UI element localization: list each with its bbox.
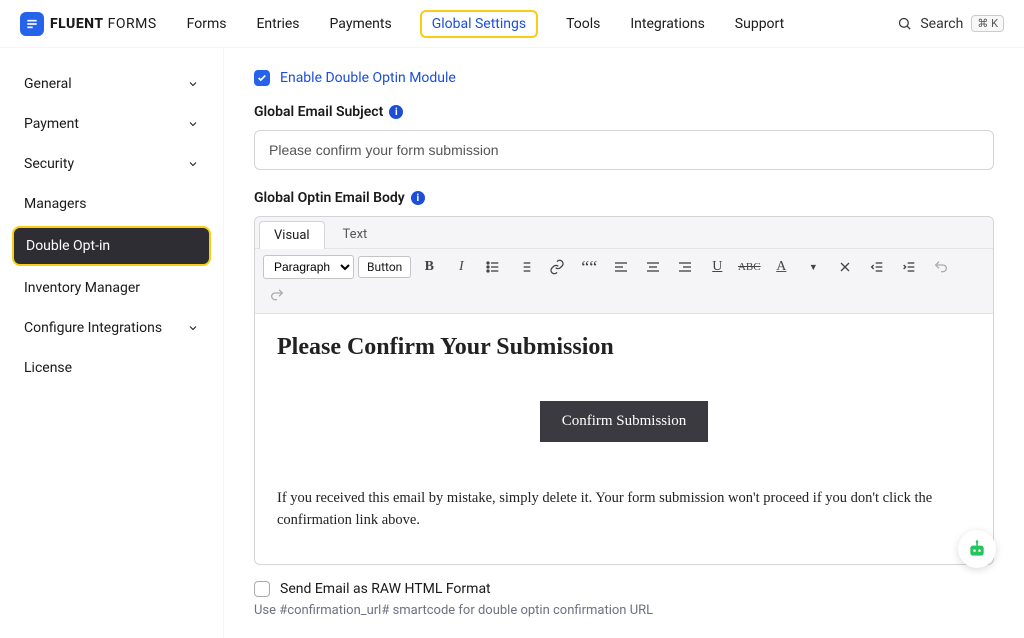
sidebar-item-security[interactable]: Security [12, 146, 211, 182]
settings-content: Enable Double Optin Module Global Email … [224, 48, 1024, 638]
global-search[interactable]: Search ⌘ K [897, 15, 1004, 32]
sidebar-item-managers[interactable]: Managers [12, 186, 211, 222]
bold-icon[interactable]: B [415, 255, 443, 279]
enable-double-optin-checkbox[interactable] [254, 70, 270, 86]
tab-text[interactable]: Text [329, 221, 382, 248]
blockquote-icon[interactable]: ““ [575, 255, 603, 279]
help-fab[interactable] [958, 530, 996, 568]
smartcode-hint: Use #confirmation_url# smartcode for dou… [254, 603, 994, 618]
raw-html-label: Send Email as RAW HTML Format [280, 581, 491, 597]
link-icon[interactable] [543, 255, 571, 279]
nav-payments[interactable]: Payments [328, 12, 394, 36]
tab-visual[interactable]: Visual [259, 221, 325, 249]
indent-icon[interactable] [895, 255, 923, 279]
editor-toolbar: Paragraph Button B I ““ U ABC A ▼ [255, 249, 993, 314]
sidebar-item-inventory[interactable]: Inventory Manager [12, 270, 211, 306]
raw-html-checkbox[interactable] [254, 581, 270, 597]
text-color-dropdown-icon[interactable]: ▼ [799, 255, 827, 279]
confirm-submission-button[interactable]: Confirm Submission [540, 401, 709, 442]
subject-field-label: Global Email Subject i [254, 104, 994, 120]
brand-logo[interactable]: FLUENT FORMS [20, 12, 157, 36]
chevron-down-icon [187, 322, 199, 334]
rich-text-editor: Visual Text Paragraph Button B I ““ U AB… [254, 216, 994, 565]
search-label: Search [920, 16, 963, 32]
nav-items: Forms Entries Payments Global Settings T… [185, 10, 787, 38]
info-icon[interactable]: i [389, 105, 403, 119]
undo-icon[interactable] [927, 255, 955, 279]
italic-icon[interactable]: I [447, 255, 475, 279]
sidebar-item-label: Inventory Manager [24, 280, 140, 296]
chevron-down-icon [187, 158, 199, 170]
nav-integrations[interactable]: Integrations [628, 12, 706, 36]
text-color-icon[interactable]: A [767, 255, 795, 279]
redo-icon[interactable] [263, 283, 291, 307]
sidebar-item-label: Configure Integrations [24, 320, 162, 336]
sidebar-item-double-optin[interactable]: Double Opt-in [12, 226, 211, 266]
nav-global-settings[interactable]: Global Settings [420, 10, 538, 38]
align-center-icon[interactable] [639, 255, 667, 279]
settings-sidebar: General Payment Security Managers Double… [0, 48, 224, 638]
email-heading: Please Confirm Your Submission [277, 334, 971, 361]
resize-handle-icon[interactable] [255, 546, 993, 564]
nav-forms[interactable]: Forms [185, 12, 229, 36]
outdent-icon[interactable] [863, 255, 891, 279]
sidebar-item-label: Payment [24, 116, 79, 132]
sidebar-item-license[interactable]: License [12, 350, 211, 386]
search-shortcut: ⌘ K [971, 15, 1004, 32]
email-paragraph: If you received this email by mistake, s… [277, 488, 971, 532]
align-left-icon[interactable] [607, 255, 635, 279]
nav-support[interactable]: Support [733, 12, 786, 36]
subject-input[interactable] [254, 130, 994, 170]
nav-tools[interactable]: Tools [564, 12, 602, 36]
underline-icon[interactable]: U [703, 255, 731, 279]
nav-entries[interactable]: Entries [254, 12, 301, 36]
bullet-list-icon[interactable] [479, 255, 507, 279]
format-select[interactable]: Paragraph [263, 255, 354, 279]
body-field-label: Global Optin Email Body i [254, 190, 994, 206]
top-nav: FLUENT FORMS Forms Entries Payments Glob… [0, 0, 1024, 48]
sidebar-item-general[interactable]: General [12, 66, 211, 102]
enable-double-optin-label[interactable]: Enable Double Optin Module [280, 70, 456, 86]
sidebar-item-label: Managers [24, 196, 86, 212]
brand-text: FLUENT FORMS [50, 16, 157, 32]
numbered-list-icon[interactable] [511, 255, 539, 279]
sidebar-item-label: Double Opt-in [26, 238, 110, 254]
insert-button[interactable]: Button [358, 256, 411, 278]
clear-format-icon[interactable] [831, 255, 859, 279]
sidebar-item-payment[interactable]: Payment [12, 106, 211, 142]
brand-badge [20, 12, 44, 36]
chevron-down-icon [187, 78, 199, 90]
strikethrough-icon[interactable]: ABC [735, 255, 763, 279]
align-right-icon[interactable] [671, 255, 699, 279]
sidebar-item-configure-integrations[interactable]: Configure Integrations [12, 310, 211, 346]
editor-body[interactable]: Please Confirm Your Submission Confirm S… [255, 314, 993, 546]
sidebar-item-label: General [24, 76, 72, 92]
search-icon [897, 16, 912, 31]
chevron-down-icon [187, 118, 199, 130]
sidebar-item-label: License [24, 360, 72, 376]
editor-tabs: Visual Text [255, 217, 993, 249]
info-icon[interactable]: i [411, 191, 425, 205]
sidebar-item-label: Security [24, 156, 74, 172]
